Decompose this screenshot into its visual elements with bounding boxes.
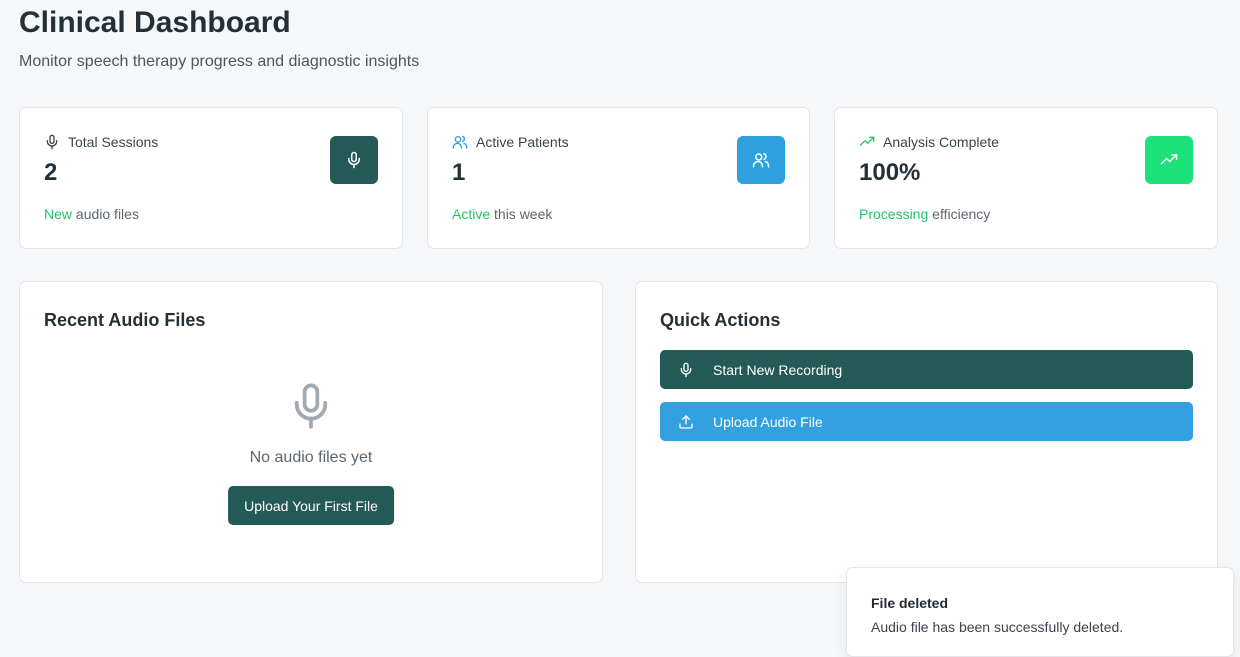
- panel-title: Recent Audio Files: [44, 310, 206, 330]
- mic-icon: [46, 134, 58, 150]
- stat-value: 1: [452, 159, 466, 186]
- mic-icon: [680, 362, 692, 377]
- stat-footnote: New audio files: [44, 206, 139, 222]
- stat-label: Active Patients: [476, 134, 569, 150]
- trending-up-icon: [859, 136, 875, 146]
- stat-card-analysis-complete: Analysis Complete 100% Processing effici…: [834, 107, 1218, 249]
- upload-first-file-button[interactable]: Upload Your First File: [228, 486, 394, 525]
- stat-value: 2: [44, 159, 58, 186]
- upload-audio-file-button[interactable]: Upload Audio File: [660, 402, 1193, 441]
- trending-up-icon: [1160, 154, 1178, 165]
- mic-icon: [348, 151, 360, 169]
- recent-audio-files-panel: Recent Audio Files No audio files yet Up…: [19, 281, 603, 583]
- mic-icon: [294, 383, 328, 429]
- stat-label: Total Sessions: [68, 134, 159, 150]
- stat-badge: [737, 136, 785, 184]
- stat-badge: [330, 136, 378, 184]
- start-new-recording-button[interactable]: Start New Recording: [660, 350, 1193, 389]
- toast-title: File deleted: [871, 595, 949, 611]
- page-subtitle: Monitor speech therapy progress and diag…: [19, 53, 420, 70]
- upload-icon: [679, 414, 693, 429]
- stat-footnote: Active this week: [452, 206, 553, 222]
- stat-label: Analysis Complete: [883, 134, 999, 150]
- stat-value: 100%: [859, 159, 921, 186]
- panel-title: Quick Actions: [660, 310, 781, 330]
- users-icon: [752, 152, 770, 168]
- toast-description: Audio file has been successfully deleted…: [871, 619, 1124, 635]
- quick-actions-panel: Quick Actions Start New Recording Upload…: [635, 281, 1218, 583]
- action-label: Upload Audio File: [713, 413, 823, 430]
- stat-footnote: Processing efficiency: [859, 206, 991, 222]
- users-icon: [452, 135, 468, 149]
- toast-notification[interactable]: File deleted Audio file has been success…: [846, 567, 1234, 657]
- stat-card-active-patients: Active Patients 1 Active this week: [427, 107, 810, 249]
- action-label: Start New Recording: [713, 361, 843, 378]
- empty-state-text: No audio files yet: [249, 449, 373, 466]
- page-title: Clinical Dashboard: [19, 6, 291, 39]
- stat-card-total-sessions: Total Sessions 2 New audio files: [19, 107, 403, 249]
- stat-badge: [1145, 136, 1193, 184]
